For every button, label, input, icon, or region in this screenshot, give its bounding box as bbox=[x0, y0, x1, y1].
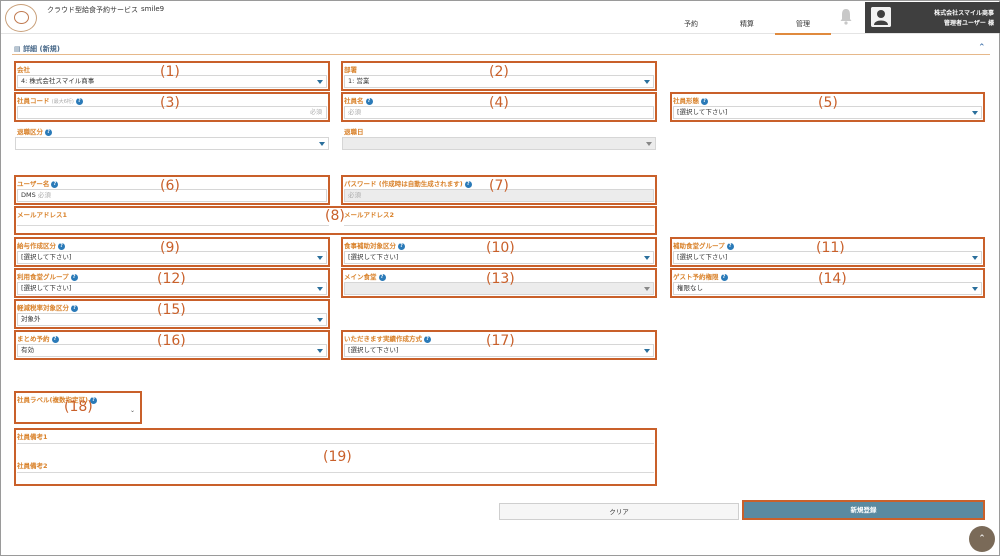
cafeteria-group-label: 利用食堂グループ? bbox=[17, 271, 78, 281]
annotation-number-19: (19) bbox=[323, 449, 352, 465]
annotation-number-3: (3) bbox=[160, 95, 180, 111]
note2-label: 社員備考2 bbox=[17, 462, 48, 470]
help-icon[interactable]: ? bbox=[45, 128, 52, 136]
subsidy-group-label: 補助食堂グループ? bbox=[673, 240, 734, 250]
main-cafeteria-label: メイン食堂? bbox=[344, 271, 386, 281]
section-divider bbox=[12, 54, 990, 55]
password-label: パスワード (作成時は自動生成されます)? bbox=[344, 178, 472, 188]
annotation-number-2: (2) bbox=[489, 64, 509, 80]
clear-button[interactable]: クリア bbox=[499, 503, 739, 520]
annotation-number-15: (15) bbox=[157, 302, 186, 318]
note1-label: 社員備考1 bbox=[17, 433, 48, 441]
retire-date-select[interactable] bbox=[342, 137, 656, 150]
user-role: 管理者ユーザー 様 bbox=[944, 20, 994, 27]
annotation-number-10: (10) bbox=[486, 240, 515, 256]
help-icon[interactable]: ? bbox=[70, 273, 78, 281]
note1-input[interactable] bbox=[17, 443, 654, 444]
help-icon[interactable]: ? bbox=[464, 180, 472, 188]
chevron-down-icon bbox=[317, 80, 323, 84]
app-logo[interactable] bbox=[5, 4, 37, 32]
bell-icon[interactable] bbox=[839, 7, 853, 25]
register-new-button[interactable]: 新規登録 bbox=[744, 502, 983, 518]
help-icon[interactable]: ? bbox=[701, 97, 708, 105]
chevron-down-icon bbox=[319, 142, 325, 146]
user-avatar-icon bbox=[871, 7, 891, 27]
annotation-number-8: (8) bbox=[325, 208, 345, 224]
chevron-down-icon bbox=[644, 256, 650, 260]
retire-type-select[interactable] bbox=[15, 137, 329, 150]
email1-label: メールアドレス1 bbox=[17, 211, 68, 219]
annotation-number-13: (13) bbox=[486, 271, 515, 287]
collapse-chevron-icon[interactable]: ⌃ bbox=[978, 43, 988, 53]
chevron-down-icon bbox=[317, 256, 323, 260]
salary-type-label: 給与作成区分? bbox=[17, 240, 65, 250]
app-user-id: smile9 bbox=[141, 5, 165, 13]
annotation-number-5: (5) bbox=[818, 95, 838, 111]
chevron-down-icon bbox=[317, 349, 323, 353]
annotation-number-6: (6) bbox=[160, 178, 180, 194]
annotation-number-16: (16) bbox=[157, 333, 186, 349]
help-icon[interactable]: ? bbox=[720, 273, 728, 281]
chevron-down-icon bbox=[646, 142, 652, 146]
annotation-number-17: (17) bbox=[486, 333, 515, 349]
retire-type-label: 退職区分? bbox=[17, 126, 52, 136]
annotation-number-9: (9) bbox=[160, 240, 180, 256]
section-title: ▤ 詳細 (新規) bbox=[14, 45, 60, 53]
help-icon[interactable]: ? bbox=[378, 273, 386, 281]
scroll-to-top-icon[interactable]: ⌃ bbox=[969, 526, 995, 552]
note2-input[interactable] bbox=[17, 472, 654, 473]
company-name: 株式会社スマイル商事 bbox=[934, 10, 994, 17]
reduced-tax-label: 軽減税率対象区分? bbox=[17, 302, 78, 312]
company-label: 会社 bbox=[17, 66, 30, 74]
help-icon[interactable]: ? bbox=[424, 335, 431, 343]
chevron-down-icon: ⌄ bbox=[129, 407, 135, 414]
email1-input[interactable] bbox=[17, 225, 329, 226]
chevron-down-icon bbox=[972, 256, 978, 260]
annotation-number-1: (1) bbox=[160, 64, 180, 80]
help-icon[interactable]: ? bbox=[75, 97, 83, 105]
save-button-highlight: 新規登録 bbox=[742, 500, 985, 520]
chevron-down-icon bbox=[644, 349, 650, 353]
help-icon[interactable]: ? bbox=[51, 335, 59, 343]
user-menu[interactable]: 株式会社スマイル商事 管理者ユーザー 様 bbox=[865, 2, 1000, 33]
user-name-label: ユーザー名? bbox=[17, 178, 59, 188]
chevron-down-icon bbox=[644, 287, 650, 291]
document-icon: ▤ bbox=[14, 45, 24, 53]
help-icon[interactable]: ? bbox=[58, 242, 65, 250]
chevron-down-icon bbox=[972, 111, 978, 115]
chevron-down-icon bbox=[317, 318, 323, 322]
bulk-reserve-label: まとめ予約? bbox=[17, 333, 59, 343]
annotation-number-11: (11) bbox=[816, 240, 845, 256]
help-icon[interactable]: ? bbox=[71, 304, 78, 312]
chevron-down-icon bbox=[972, 287, 978, 291]
employee-type-label: 社員形態? bbox=[673, 95, 708, 105]
chevron-down-icon bbox=[317, 287, 323, 291]
chevron-down-icon bbox=[644, 80, 650, 84]
annotation-number-4: (4) bbox=[489, 95, 509, 111]
meal-subsidy-label: 食事補助対象区分? bbox=[344, 240, 405, 250]
nav-reservation[interactable]: 予約 bbox=[663, 17, 719, 33]
itadakimasu-label: いただきます実績作成方式? bbox=[344, 333, 431, 343]
employee-code-label: 社員コード (最大6桁)? bbox=[17, 95, 83, 105]
help-icon[interactable]: ? bbox=[726, 242, 734, 250]
app-title: クラウド型給食予約サービス bbox=[47, 6, 138, 14]
help-icon[interactable]: ? bbox=[398, 242, 405, 250]
employee-name-label: 社員名? bbox=[344, 95, 373, 105]
department-label: 部署 bbox=[344, 66, 357, 74]
nav-settlement[interactable]: 精算 bbox=[719, 17, 775, 33]
annotation-number-14: (14) bbox=[818, 271, 847, 287]
help-icon[interactable]: ? bbox=[51, 180, 59, 188]
retire-date-label: 退職日 bbox=[344, 128, 364, 136]
nav-admin[interactable]: 管理 bbox=[775, 17, 831, 35]
help-icon[interactable]: ? bbox=[365, 97, 373, 105]
guest-permission-label: ゲスト予約権限? bbox=[673, 271, 728, 281]
annotation-number-12: (12) bbox=[157, 271, 186, 287]
email2-input[interactable] bbox=[344, 225, 654, 226]
app-header: クラウド型給食予約サービス smile9 予約 精算 管理 株式会社スマイル商事… bbox=[1, 1, 1000, 35]
annotation-number-7: (7) bbox=[489, 178, 509, 194]
email2-label: メールアドレス2 bbox=[344, 211, 395, 219]
annotation-number-18: (18) bbox=[64, 399, 93, 415]
